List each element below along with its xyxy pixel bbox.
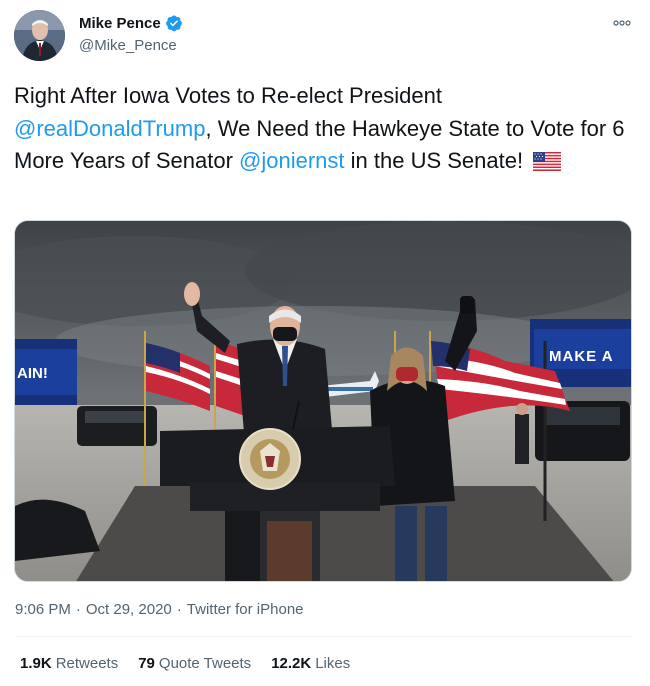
author-handle[interactable]: @Mike_Pence xyxy=(79,37,177,54)
author-avatar[interactable] xyxy=(14,10,65,61)
retweets-stat[interactable]: 1.9K Retweets xyxy=(20,655,118,672)
tweet-text: Right After Iowa Votes to Re-elect Presi… xyxy=(14,80,634,178)
tweet-photo[interactable]: AIN! MAKE A xyxy=(14,220,632,582)
likes-stat[interactable]: 12.2K Likes xyxy=(271,655,350,672)
tweet-source[interactable]: Twitter for iPhone xyxy=(187,601,304,618)
retweets-count: 1.9K xyxy=(20,655,52,672)
right-sign-text: MAKE A xyxy=(549,348,614,365)
mention-link-joniernst[interactable]: @joniernst xyxy=(239,148,345,173)
left-sign-text: AIN! xyxy=(17,365,48,382)
tweet-time[interactable]: 9:06 PM xyxy=(15,601,71,618)
meta-separator: · xyxy=(176,601,182,618)
author-name[interactable]: Mike Pence xyxy=(79,15,161,32)
retweets-label: Retweets xyxy=(55,655,119,672)
divider xyxy=(15,636,632,637)
more-options-icon[interactable] xyxy=(612,16,632,28)
tweet-meta: 9:06 PM · Oct 29, 2020 · Twitter for iPh… xyxy=(15,601,304,618)
engagement-stats: 1.9K Retweets 79 Quote Tweets 12.2K Likes xyxy=(20,655,350,672)
us-flag-emoji xyxy=(533,148,562,171)
tweet-text-part: in the US Senate! xyxy=(344,148,530,173)
verified-badge-icon xyxy=(165,14,183,32)
meta-separator: · xyxy=(75,601,81,618)
quote-tweets-stat[interactable]: 79 Quote Tweets xyxy=(138,655,251,672)
likes-label: Likes xyxy=(315,655,351,672)
tweet-container: Mike Pence @Mike_Pence Right After Iowa … xyxy=(0,0,650,686)
quote-tweets-count: 79 xyxy=(138,655,155,672)
quote-tweets-label: Quote Tweets xyxy=(158,655,252,672)
likes-count: 12.2K xyxy=(271,655,312,672)
mention-link-realdonaldtrump[interactable]: @realDonaldTrump xyxy=(14,116,205,141)
tweet-text-part: Right After Iowa Votes to Re-elect Presi… xyxy=(14,83,443,108)
tweet-date[interactable]: Oct 29, 2020 xyxy=(86,601,172,618)
